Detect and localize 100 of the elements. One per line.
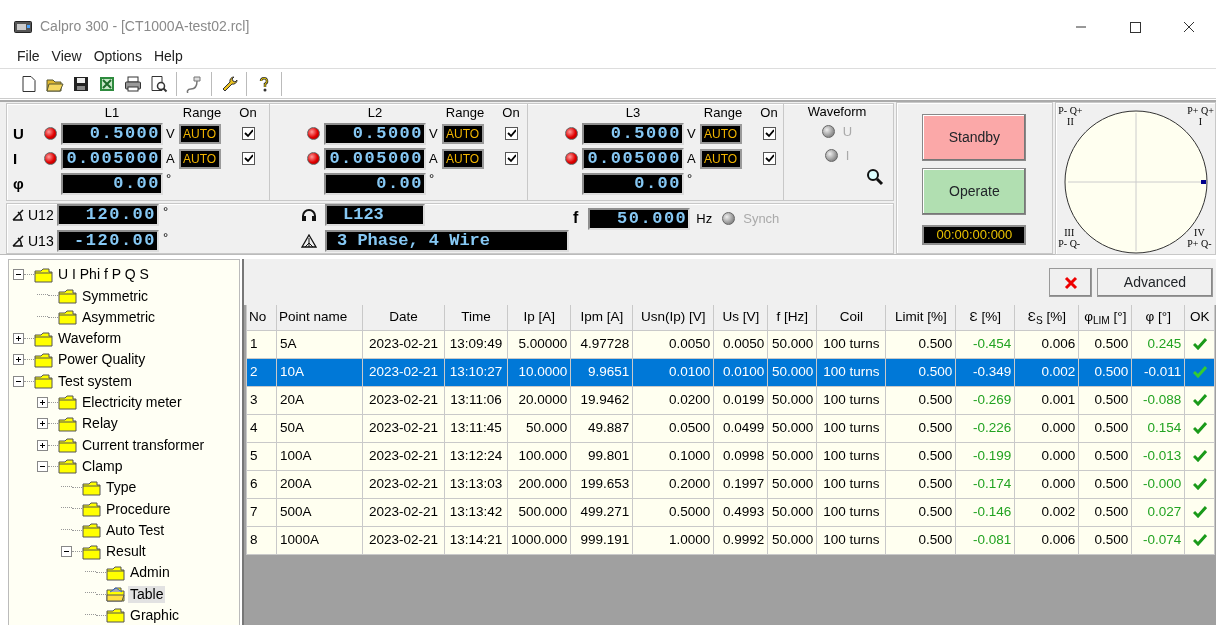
search-icon[interactable] [866,167,884,186]
table-cell: 50.000 [767,358,817,386]
column-header[interactable]: φ [°] [1131,305,1185,330]
menu-item[interactable]: Help [148,47,188,65]
collapse-icon[interactable] [37,460,48,472]
cable-icon[interactable] [185,74,203,93]
range-display[interactable]: AUTO [700,123,742,144]
column-header[interactable]: OK [1184,305,1215,330]
spreadsheet-icon[interactable] [98,74,116,93]
table-row[interactable]: 2 10A 2023-02-21 13:10:27 10.0000 9.9651 0.0100 0.0100 50.000 100 turns 0.500 -0.349 0.002 0.500 -0.011 [246,358,1215,386]
advanced-button[interactable]: Advanced [1097,267,1213,297]
tree-item[interactable]: Table [128,585,166,603]
table-cell: 20.0000 [507,386,571,414]
tree-item[interactable]: Procedure [104,500,173,518]
table-row[interactable]: 4 50A 2023-02-21 13:11:45 50.000 49.887 0.0500 0.0499 50.000 100 turns 0.500 -0.226 0.000 0.500 0.154 [246,414,1215,442]
expand-icon[interactable] [13,333,24,345]
table-cell: 49.887 [570,414,633,442]
table-cell: 50.000 [767,386,817,414]
table-row[interactable]: 7 500A 2023-02-21 13:13:42 500.000 499.271 0.5000 0.4993 50.000 100 turns 0.500 -0.146 0.002 0.500 0.027 [246,498,1215,526]
tree-item[interactable]: Graphic [128,607,182,624]
table-row[interactable]: 6 200A 2023-02-21 13:13:03 200.000 199.653 0.2000 0.1997 50.000 100 turns 0.500 -0.174 0.000 0.500 -0.000 [246,470,1215,498]
column-header[interactable]: Time [444,305,508,330]
tree-item[interactable]: Test system [56,372,134,390]
on-checkbox[interactable] [762,152,776,165]
table-cell: 100 turns [816,498,886,526]
table-cell: 500A [276,498,363,526]
tree-item[interactable]: Asymmetric [80,308,158,326]
column-header[interactable]: Limit [%] [885,305,956,330]
on-checkbox[interactable] [504,127,518,140]
save-icon[interactable] [72,74,90,93]
print-preview-icon[interactable] [150,74,168,93]
tree-item[interactable]: Waveform [56,330,124,347]
range-display[interactable]: AUTO [442,148,484,169]
menu-item[interactable]: Options [88,47,147,65]
menu-item[interactable]: File [12,47,45,65]
column-header[interactable]: Ɛ$_{S}$ [%] [1014,305,1079,330]
column-header[interactable]: Ipm [A] [570,305,633,330]
expand-icon[interactable] [13,354,24,366]
printer-icon[interactable] [124,74,142,93]
wrench-icon[interactable] [220,74,238,93]
table-cell: 0.5000 [632,498,714,526]
app-icon [14,19,32,34]
standby-button[interactable]: Standby [922,114,1027,161]
tree-item[interactable]: Electricity meter [80,394,184,411]
tree-item[interactable]: Current transformer [80,436,207,454]
operate-button[interactable]: Operate [922,168,1027,215]
column-header[interactable]: Coil [816,305,886,330]
tree-item[interactable]: Admin [128,564,172,582]
delete-button[interactable] [1049,267,1092,297]
menu-item[interactable]: View [46,47,87,65]
column-header[interactable]: Ip [A] [507,305,571,330]
expand-icon[interactable] [37,439,48,451]
column-header[interactable]: Date [362,305,445,330]
table-cell: 50.000 [767,330,817,358]
tree-item[interactable]: Type [104,479,139,496]
column-header[interactable]: f [Hz] [767,305,817,330]
on-checkbox[interactable] [504,152,518,165]
collapse-icon[interactable] [61,546,72,557]
on-checkbox[interactable] [241,127,255,140]
range-display[interactable]: AUTO [179,123,221,144]
tree-item[interactable]: Power Quality [56,351,148,369]
column-header[interactable]: Us [V] [713,305,768,330]
on-checkbox[interactable] [762,127,776,140]
new-file-icon[interactable] [20,74,38,93]
tree-item[interactable]: U I Phi f P Q S [56,266,151,284]
column-header[interactable]: Point name [276,305,363,330]
table-row[interactable]: 3 20A 2023-02-21 13:11:06 20.0000 19.9462 0.0200 0.0199 50.000 100 turns 0.500 -0.269 0.001 0.500 -0.088 [246,386,1215,414]
tree-item[interactable]: Symmetric [80,287,151,305]
value-display: 0.00 [61,172,163,195]
column-header[interactable]: φ$_{LIM}$ [°] [1078,305,1132,330]
table-cell: 2023-02-21 [362,386,445,414]
table-cell: 13:14:21 [444,526,508,554]
table-cell: 0.000 [1014,470,1079,498]
table-row[interactable]: 1 5A 2023-02-21 13:09:49 5.00000 4.97728 0.0050 0.0050 50.000 100 turns 0.500 -0.454 0.006 0.500 0.245 [246,330,1215,358]
range-display[interactable]: AUTO [700,148,742,169]
table-cell: 7 [246,498,277,526]
timer-display: 00:00:00:000 [922,225,1027,245]
expand-icon[interactable] [37,396,48,408]
table-row[interactable]: 5 100A 2023-02-21 13:12:24 100.000 99.801 0.1000 0.0998 50.000 100 turns 0.500 -0.199 0.000 0.500 -0.013 [246,442,1215,470]
range-display[interactable]: AUTO [442,123,484,144]
unit-label: ° [428,171,436,187]
tree-item[interactable]: Auto Test [104,521,167,539]
check-icon [506,129,516,138]
collapse-icon[interactable] [13,375,24,387]
column-header[interactable]: Ɛ [%] [955,305,1015,330]
column-header[interactable]: Usn(Ip) [V] [632,305,714,330]
table-cell: 100 turns [816,442,886,470]
on-checkbox[interactable] [241,152,255,165]
value-display: 0.00 [324,172,426,195]
table-cell: 0.500 [885,526,956,554]
column-header[interactable]: No [246,305,277,330]
tree-item[interactable]: Result [104,543,148,560]
unit-label: A [165,150,176,167]
column-heading: On [760,104,778,121]
collapse-icon[interactable] [13,269,24,281]
table-row[interactable]: 8 1000A 2023-02-21 13:14:21 1000.000 999.191 1.0000 0.9992 50.000 100 turns 0.500 -0.081 0.006 0.500 -0.074 [246,526,1215,554]
tree-item[interactable]: Relay [80,415,120,433]
range-display[interactable]: AUTO [179,148,221,169]
expand-icon[interactable] [37,418,48,430]
tree-item[interactable]: Clamp [80,457,125,475]
